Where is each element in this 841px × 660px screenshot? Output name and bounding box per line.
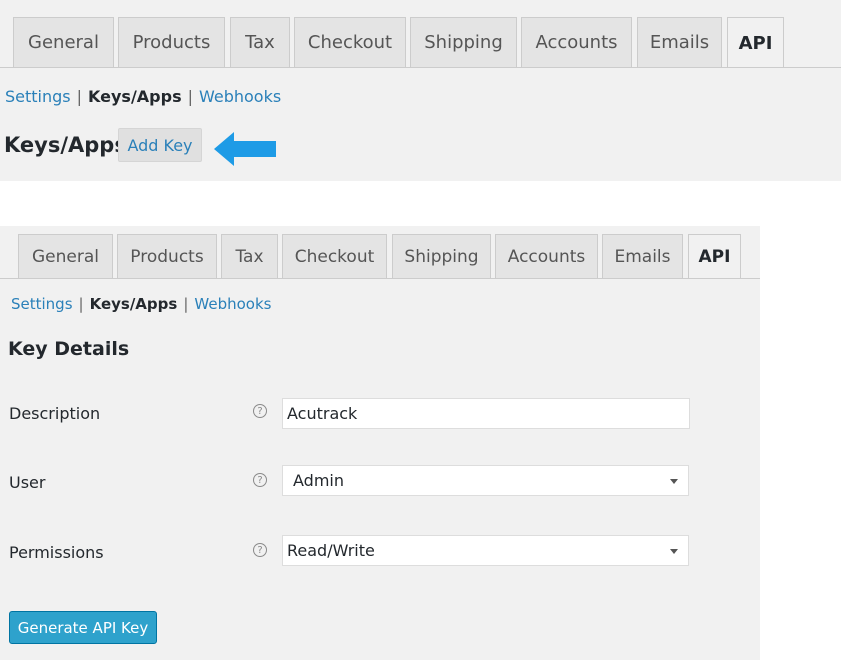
- settings-tabs: General Products Tax Checkout Shipping A…: [0, 17, 841, 68]
- tab-api[interactable]: API: [688, 234, 741, 279]
- tab-tax[interactable]: Tax: [230, 17, 290, 67]
- subnav-separator: |: [187, 87, 193, 106]
- tab-divider: [0, 278, 760, 279]
- subnav-separator: |: [78, 295, 84, 313]
- tab-divider: [0, 67, 841, 68]
- tab-shipping[interactable]: Shipping: [392, 234, 491, 278]
- subnav-webhooks[interactable]: Webhooks: [199, 87, 281, 106]
- permissions-label: Permissions: [9, 543, 104, 562]
- subnav: Settings | Keys/Apps | Webhooks: [5, 87, 281, 106]
- tab-products[interactable]: Products: [117, 234, 217, 278]
- user-select-value: Admin: [293, 471, 344, 490]
- key-details-panel: General Products Tax Checkout Shipping A…: [0, 226, 760, 660]
- tab-accounts[interactable]: Accounts: [521, 17, 632, 67]
- subnav: Settings | Keys/Apps | Webhooks: [11, 295, 271, 313]
- help-icon[interactable]: ?: [253, 473, 267, 487]
- tab-general[interactable]: General: [13, 17, 114, 67]
- help-icon[interactable]: ?: [253, 543, 267, 557]
- tab-shipping[interactable]: Shipping: [410, 17, 517, 67]
- tab-emails[interactable]: Emails: [637, 17, 722, 67]
- add-key-button[interactable]: Add Key: [118, 128, 202, 162]
- tab-checkout[interactable]: Checkout: [282, 234, 387, 278]
- left-arrow-icon: [214, 132, 276, 166]
- tab-checkout[interactable]: Checkout: [294, 17, 406, 67]
- description-field[interactable]: Acutrack: [282, 398, 690, 429]
- tab-products[interactable]: Products: [118, 17, 225, 67]
- subnav-separator: |: [183, 295, 189, 313]
- permissions-select[interactable]: Read/Write: [282, 535, 689, 566]
- subnav-webhooks[interactable]: Webhooks: [194, 295, 271, 313]
- tab-accounts[interactable]: Accounts: [495, 234, 598, 278]
- description-label: Description: [9, 404, 101, 423]
- user-select[interactable]: Admin: [282, 465, 689, 496]
- page-title: Keys/Apps: [4, 133, 127, 157]
- subnav-keys-apps[interactable]: Keys/Apps: [90, 295, 178, 313]
- tab-emails[interactable]: Emails: [602, 234, 683, 278]
- tab-tax[interactable]: Tax: [221, 234, 278, 278]
- permissions-select-value: Read/Write: [287, 541, 375, 560]
- help-icon[interactable]: ?: [253, 404, 267, 418]
- key-details-heading: Key Details: [8, 338, 130, 360]
- generate-api-key-button[interactable]: Generate API Key: [9, 611, 157, 644]
- subnav-keys-apps[interactable]: Keys/Apps: [88, 87, 182, 106]
- subnav-settings[interactable]: Settings: [11, 295, 73, 313]
- subnav-separator: |: [76, 87, 83, 106]
- settings-tabs: General Products Tax Checkout Shipping A…: [0, 234, 760, 279]
- tab-general[interactable]: General: [18, 234, 113, 278]
- subnav-settings[interactable]: Settings: [5, 87, 71, 106]
- tab-api[interactable]: API: [727, 17, 784, 68]
- user-label: User: [9, 473, 46, 492]
- keys-apps-panel: General Products Tax Checkout Shipping A…: [0, 0, 841, 181]
